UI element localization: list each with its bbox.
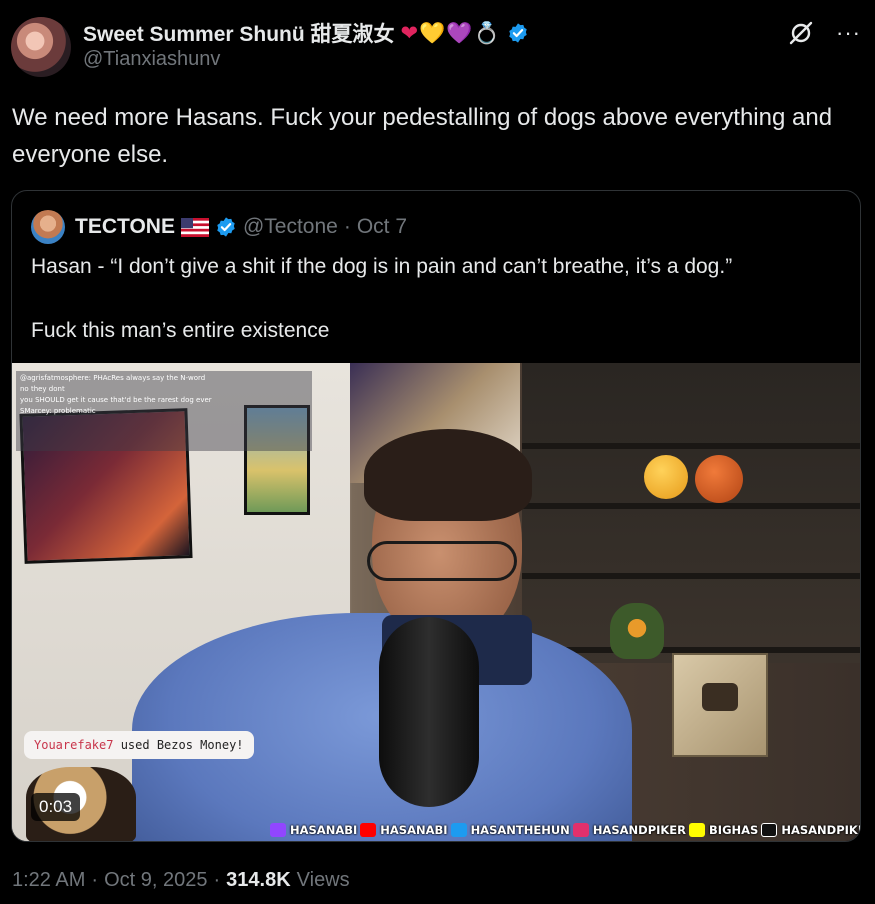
- tweet-text: We need more Hasans. Fuck your pedestall…: [12, 104, 833, 168]
- video-person-glasses: [367, 541, 517, 581]
- video-timer: 0:03: [31, 793, 81, 821]
- social-handle: HASANDPIKER: [592, 823, 687, 837]
- author-avatar[interactable]: [11, 17, 71, 77]
- alert-username: Youarefake7: [34, 738, 114, 752]
- quote-text: Hasan - “I don’t give a shit if the dog …: [31, 251, 851, 347]
- ring-icon: 💍: [473, 20, 501, 45]
- author-handle[interactable]: @Tianxiashunv: [83, 48, 529, 71]
- quote-text-line1: Hasan - “I don’t give a shit if the dog …: [31, 255, 733, 278]
- verified-badge-icon[interactable]: [507, 22, 529, 44]
- social-handle: HASANTHEHUN: [470, 823, 570, 837]
- name-row: Sweet Summer Shunü 甜夏淑女 ❤💛💜💍: [83, 17, 529, 49]
- quoted-tweet[interactable]: TECTONE @Tectone · Oct 7 Hasan - “I don’…: [11, 190, 861, 842]
- video-plaque-play: [702, 683, 738, 711]
- us-flag-icon: [180, 217, 209, 237]
- quote-verified-badge-icon[interactable]: [215, 216, 237, 238]
- meta-separator: ·: [91, 869, 99, 891]
- shelf-board: [522, 443, 860, 449]
- yellow-heart-icon: 💛: [419, 20, 447, 45]
- tweet-actions: ···: [788, 20, 861, 46]
- social-handle: BIGHAS: [709, 823, 759, 837]
- video-ball-orange: [695, 455, 743, 503]
- views-count: 314.8K: [226, 869, 291, 891]
- chat-line: SMarcey: problematic: [20, 407, 96, 415]
- views-label: Views: [296, 869, 350, 891]
- quote-text-line2: Fuck this man’s entire existence: [31, 319, 330, 342]
- red-heart-icon: ❤: [400, 20, 420, 45]
- quote-header: TECTONE @Tectone · Oct 7: [31, 209, 407, 245]
- stream-alert: Youarefake7 used Bezos Money!: [24, 731, 254, 759]
- quote-text-spacer: [31, 283, 851, 315]
- alert-text: used Bezos Money!: [113, 738, 244, 752]
- tweet-header: Sweet Summer Shunü 甜夏淑女 ❤💛💜💍 @Tianxiashu…: [83, 17, 529, 71]
- purple-heart-icon: 💜: [446, 20, 474, 45]
- quote-separator: ·: [343, 215, 351, 238]
- chat-line: @agrisfatmosphere: PHAcRes always say th…: [20, 374, 206, 382]
- quote-date[interactable]: Oct 7: [357, 215, 407, 239]
- author-emojis: ❤💛💜💍: [401, 21, 501, 46]
- tweet-date[interactable]: Oct 9, 2025: [104, 869, 207, 892]
- chat-line: you SHOULD get it cause that'd be the ra…: [20, 396, 212, 404]
- quote-author-handle[interactable]: @Tectone: [243, 215, 338, 239]
- social-handle: HASANDPIKER: [781, 823, 860, 837]
- meta-separator: ·: [213, 869, 221, 891]
- stream-social-bar: HASANABI HASANABI HASANTHEHUN HASANDPIKE…: [270, 819, 860, 841]
- tiktok-icon: [761, 823, 778, 837]
- video-person-hair: [364, 429, 532, 521]
- tweet-meta: 1:22 AM · Oct 9, 2025 · 314.8K Views: [12, 869, 350, 892]
- chat-line: no they dont: [20, 385, 65, 393]
- more-icon[interactable]: ···: [836, 22, 861, 44]
- twitch-icon: [270, 823, 286, 837]
- twitter-icon: [450, 823, 467, 837]
- video-microphone: [379, 617, 479, 807]
- social-handle: HASANABI: [380, 823, 448, 837]
- instagram-icon: [572, 823, 589, 837]
- quote-avatar[interactable]: [31, 210, 65, 244]
- video-helmet: [610, 603, 664, 659]
- tweet-time[interactable]: 1:22 AM: [12, 869, 85, 892]
- snapchat-icon: [689, 823, 706, 837]
- stream-chat-overlay: @agrisfatmosphere: PHAcRes always say th…: [16, 371, 312, 451]
- shelf-board: [522, 573, 860, 579]
- youtube-icon: [360, 823, 377, 837]
- video-ball-yellow: [644, 455, 688, 499]
- video-player[interactable]: @agrisfatmosphere: PHAcRes always say th…: [12, 363, 860, 841]
- shelf-board: [522, 503, 860, 509]
- grok-icon[interactable]: [788, 20, 814, 46]
- social-handle: HASANABI: [290, 823, 358, 837]
- author-name[interactable]: Sweet Summer Shunü 甜夏淑女: [83, 18, 395, 48]
- quote-author-name[interactable]: TECTONE: [75, 215, 175, 239]
- video-shelf: [522, 363, 860, 663]
